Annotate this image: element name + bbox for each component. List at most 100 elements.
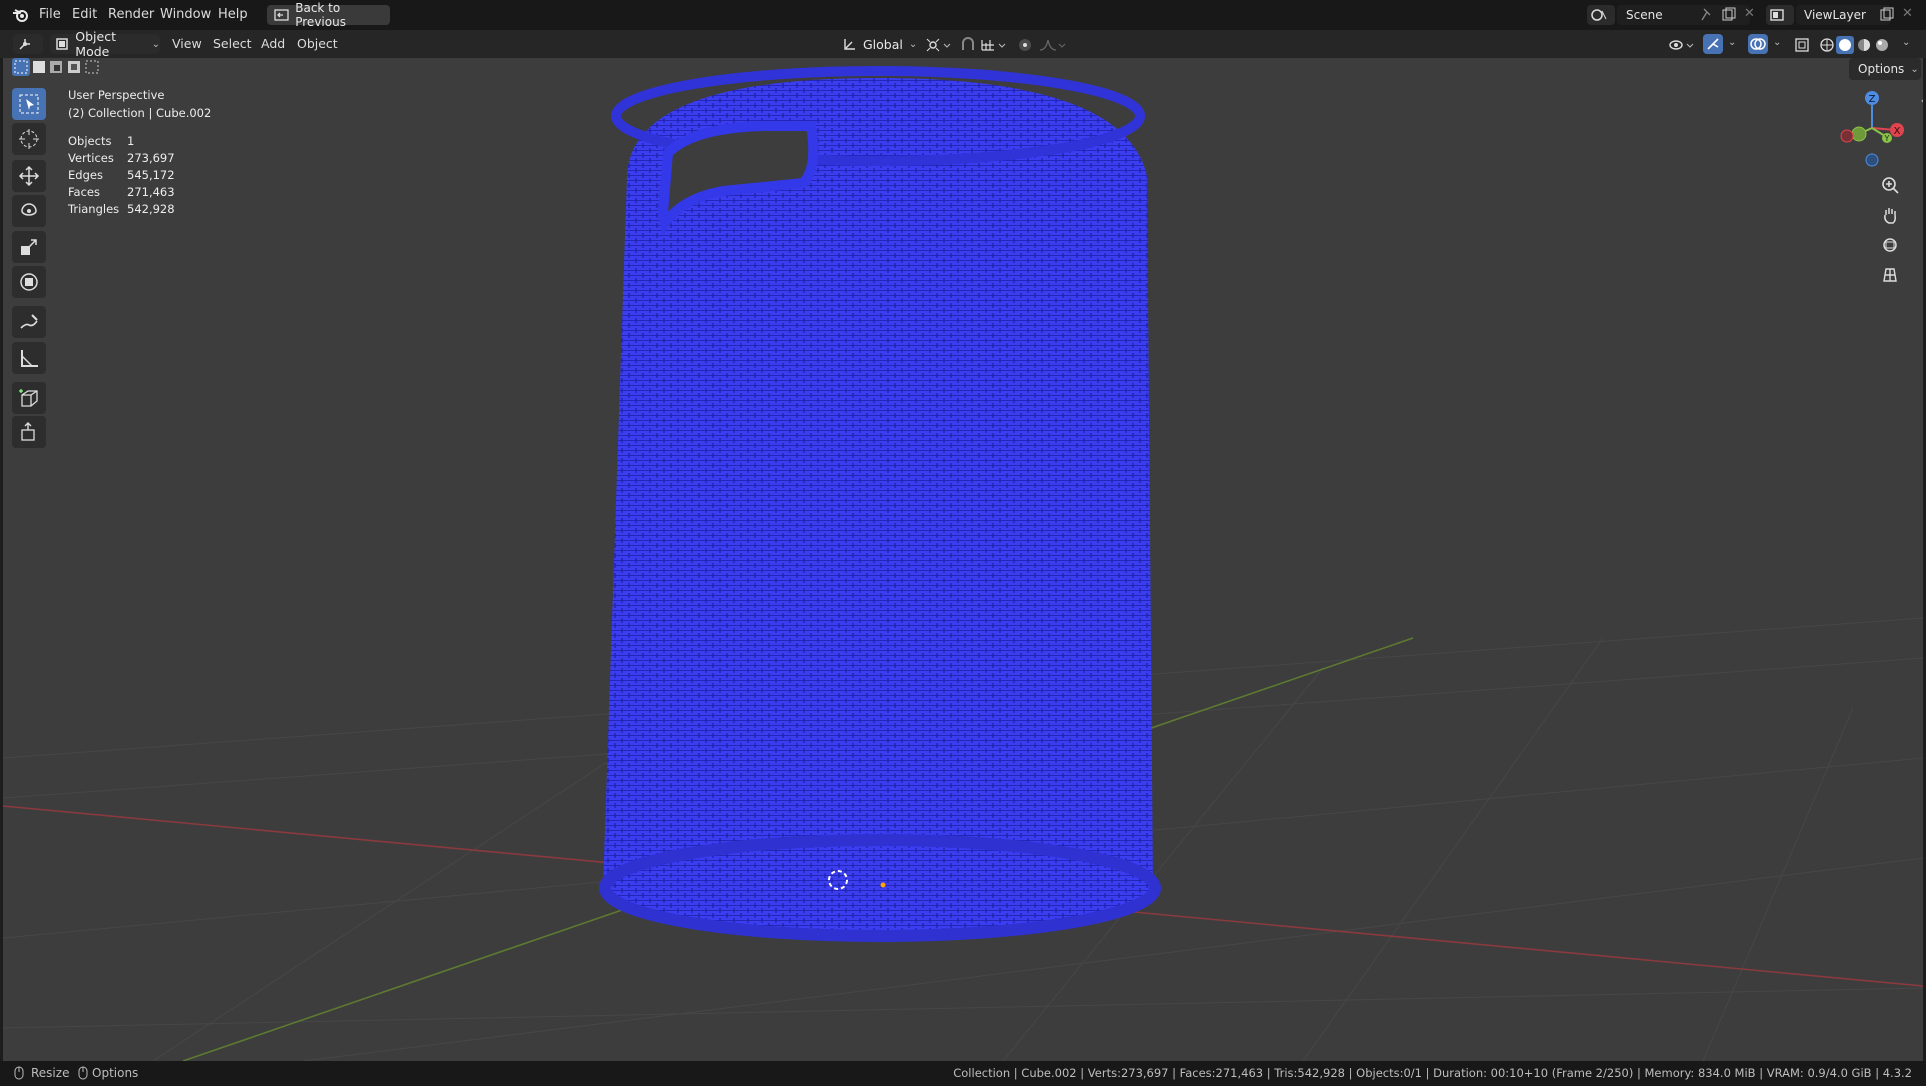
select-box-tool[interactable] [12, 88, 46, 120]
visibility-icon[interactable] [1668, 37, 1696, 53]
menu-view[interactable]: View [172, 36, 202, 51]
selection-mode-icons[interactable] [12, 58, 112, 76]
add-cube-tool[interactable] [12, 382, 46, 414]
chevron-down-icon[interactable]: ⌄ [1773, 37, 1781, 48]
rotate-icon [21, 203, 37, 216]
hand-icon [1884, 208, 1896, 224]
select-box-icon [19, 94, 39, 114]
pan-button[interactable] [1876, 201, 1904, 229]
chevron-down-icon: ⌄ [908, 38, 918, 50]
scene-name: Scene [1626, 8, 1663, 22]
stat-label-triangles: Triangles [68, 202, 120, 216]
ortho-toggle-button[interactable] [1876, 261, 1904, 289]
menu-select[interactable]: Select [213, 36, 252, 51]
sidebar-toggle-icon[interactable]: ‹ [1921, 94, 1923, 107]
scene-type-dropdown[interactable] [1587, 5, 1615, 25]
back-icon [274, 9, 289, 21]
camera-view-button[interactable] [1876, 231, 1904, 259]
menu-window[interactable]: Window [160, 7, 211, 22]
options-dropdown[interactable]: Options ⌄ [1849, 58, 1921, 80]
status-bar: Resize Options Collection | Cube.002 | V… [0, 1061, 1926, 1086]
extrude-icon [21, 422, 35, 441]
back-to-previous-button[interactable]: Back to Previous [267, 1, 390, 29]
top-bar: File Edit Render Window Help Back to Pre… [0, 0, 1926, 31]
proportional-edit-icon[interactable] [1016, 37, 1034, 53]
gizmo-toggle-button[interactable] [1703, 34, 1723, 54]
delete-view-layer-icon[interactable]: ✕ [1902, 6, 1913, 21]
view-layer-icon [1770, 9, 1784, 21]
stat-label-edges: Edges [68, 168, 103, 182]
menu-render[interactable]: Render [108, 7, 154, 22]
overlays-toggle-button[interactable] [1748, 34, 1768, 54]
blender-logo-icon[interactable] [12, 7, 30, 23]
viewport-header: Object Mode ⌄ View Select Add Object Glo… [0, 29, 1926, 59]
stat-label-vertices: Vertices [68, 151, 114, 165]
perspective-label: User Perspective [68, 88, 165, 102]
view-layer-name: ViewLayer [1804, 8, 1866, 22]
chevron-down-icon[interactable]: ⌄ [1902, 37, 1910, 48]
gizmo-icon [1707, 38, 1719, 50]
mode-dropdown[interactable]: Object Mode ⌄ [50, 29, 160, 59]
options-label: Options [1858, 62, 1905, 76]
options-hint: Options [92, 1066, 139, 1080]
transform-tool[interactable] [12, 266, 46, 298]
stat-value-edges: 545,172 [127, 168, 175, 182]
gizmo-z-label: Z [1869, 94, 1876, 105]
object-mode-icon [56, 38, 68, 50]
add-cube-icon [19, 389, 38, 407]
cursor-tool[interactable] [12, 123, 46, 155]
rotate-tool[interactable] [12, 195, 46, 227]
stat-value-faces: 271,463 [127, 185, 175, 199]
new-scene-icon[interactable] [1722, 7, 1736, 21]
camera-icon [1883, 238, 1897, 252]
collection-label: (2) Collection | Cube.002 [68, 106, 212, 120]
move-tool[interactable] [12, 160, 46, 192]
extrude-tool[interactable] [12, 416, 46, 448]
menu-file[interactable]: File [39, 7, 61, 22]
menu-edit[interactable]: Edit [72, 7, 97, 22]
transform-icon [20, 273, 38, 291]
snap-toggle-icon[interactable] [960, 37, 980, 53]
measure-tool[interactable] [12, 342, 46, 374]
zoom-button[interactable] [1876, 171, 1904, 199]
pivot-point-icon[interactable] [925, 37, 951, 53]
mouse-icon [78, 1066, 88, 1080]
chevron-down-icon[interactable]: ⌄ [1728, 37, 1736, 48]
new-view-layer-icon[interactable] [1880, 7, 1894, 21]
mode-label: Object Mode [75, 29, 116, 59]
back-to-previous-label: Back to Previous [295, 1, 346, 29]
pin-icon[interactable] [1700, 8, 1714, 22]
shading-modes-icon[interactable] [1818, 36, 1898, 54]
stat-label-objects: Objects [68, 134, 112, 148]
orientation-icon [844, 39, 855, 50]
transform-orientation-dropdown[interactable]: Global ⌄ [838, 34, 918, 54]
falloff-icon[interactable] [1038, 37, 1066, 53]
delete-scene-icon[interactable]: ✕ [1744, 6, 1755, 21]
object-origin [880, 882, 886, 888]
editor-type-icon [19, 39, 30, 50]
editor-type-dropdown[interactable] [13, 34, 43, 54]
annotate-icon [20, 314, 38, 329]
cursor-icon [19, 129, 39, 149]
scene-icon [1591, 9, 1607, 21]
xray-icon[interactable] [1794, 37, 1810, 53]
snap-target-icon[interactable] [980, 37, 1008, 53]
view-layer-dropdown[interactable] [1766, 5, 1794, 25]
menu-add[interactable]: Add [261, 36, 285, 51]
mouse-icon [14, 1066, 24, 1080]
annotate-tool[interactable] [12, 306, 46, 338]
stat-value-vertices: 273,697 [127, 151, 175, 165]
zoom-icon [1882, 177, 1899, 194]
overlays-icon [1750, 38, 1766, 50]
orientation-label: Global [863, 36, 903, 52]
stat-value-triangles: 542,928 [127, 202, 175, 216]
3d-viewport[interactable]: User Perspective (2) Collection | Cube.0… [3, 58, 1923, 1061]
scale-tool[interactable] [12, 231, 46, 263]
basket-mesh[interactable] [3, 58, 1923, 1061]
grid-icon [1883, 268, 1897, 282]
chevron-down-icon: ⌄ [1910, 63, 1919, 75]
view-layer-name-field[interactable]: ViewLayer [1796, 5, 1891, 25]
menu-object[interactable]: Object [297, 36, 338, 51]
stat-label-faces: Faces [68, 185, 100, 199]
menu-help[interactable]: Help [218, 7, 248, 22]
